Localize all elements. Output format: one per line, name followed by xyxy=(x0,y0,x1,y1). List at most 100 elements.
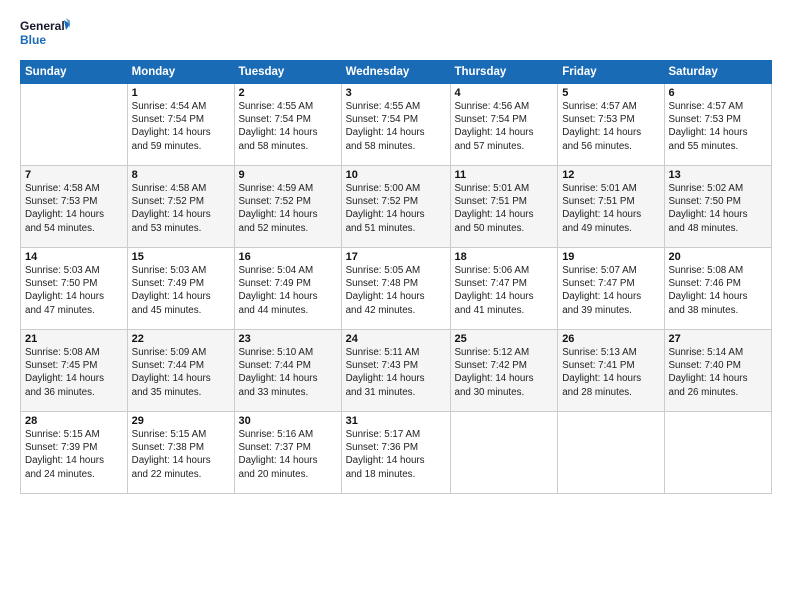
cell-w4-d3: 24Sunrise: 5:11 AM Sunset: 7:43 PM Dayli… xyxy=(341,330,450,412)
cell-w5-d6 xyxy=(664,412,772,494)
day-info: Sunrise: 5:17 AM Sunset: 7:36 PM Dayligh… xyxy=(346,428,446,481)
day-info: Sunrise: 5:05 AM Sunset: 7:48 PM Dayligh… xyxy=(346,264,446,317)
header-sunday: Sunday xyxy=(21,61,128,84)
day-number: 4 xyxy=(455,87,554,99)
day-info: Sunrise: 4:57 AM Sunset: 7:53 PM Dayligh… xyxy=(562,100,659,153)
day-number: 14 xyxy=(25,251,123,263)
cell-w4-d5: 26Sunrise: 5:13 AM Sunset: 7:41 PM Dayli… xyxy=(558,330,664,412)
cell-w3-d6: 20Sunrise: 5:08 AM Sunset: 7:46 PM Dayli… xyxy=(664,248,772,330)
week-row-3: 14Sunrise: 5:03 AM Sunset: 7:50 PM Dayli… xyxy=(21,248,772,330)
header-monday: Monday xyxy=(127,61,234,84)
day-info: Sunrise: 5:10 AM Sunset: 7:44 PM Dayligh… xyxy=(239,346,337,399)
day-info: Sunrise: 5:15 AM Sunset: 7:39 PM Dayligh… xyxy=(25,428,123,481)
day-number: 21 xyxy=(25,333,123,345)
cell-w5-d0: 28Sunrise: 5:15 AM Sunset: 7:39 PM Dayli… xyxy=(21,412,128,494)
cell-w1-d6: 6Sunrise: 4:57 AM Sunset: 7:53 PM Daylig… xyxy=(664,84,772,166)
day-info: Sunrise: 4:58 AM Sunset: 7:53 PM Dayligh… xyxy=(25,182,123,235)
cell-w4-d4: 25Sunrise: 5:12 AM Sunset: 7:42 PM Dayli… xyxy=(450,330,558,412)
header-saturday: Saturday xyxy=(664,61,772,84)
day-number: 6 xyxy=(669,87,768,99)
day-number: 3 xyxy=(346,87,446,99)
day-info: Sunrise: 5:01 AM Sunset: 7:51 PM Dayligh… xyxy=(455,182,554,235)
day-number: 28 xyxy=(25,415,123,427)
cell-w5-d1: 29Sunrise: 5:15 AM Sunset: 7:38 PM Dayli… xyxy=(127,412,234,494)
day-number: 22 xyxy=(132,333,230,345)
day-number: 30 xyxy=(239,415,337,427)
day-number: 2 xyxy=(239,87,337,99)
cell-w1-d1: 1Sunrise: 4:54 AM Sunset: 7:54 PM Daylig… xyxy=(127,84,234,166)
day-info: Sunrise: 5:16 AM Sunset: 7:37 PM Dayligh… xyxy=(239,428,337,481)
week-row-5: 28Sunrise: 5:15 AM Sunset: 7:39 PM Dayli… xyxy=(21,412,772,494)
cell-w4-d1: 22Sunrise: 5:09 AM Sunset: 7:44 PM Dayli… xyxy=(127,330,234,412)
day-number: 29 xyxy=(132,415,230,427)
day-number: 7 xyxy=(25,169,123,181)
header-wednesday: Wednesday xyxy=(341,61,450,84)
week-row-1: 1Sunrise: 4:54 AM Sunset: 7:54 PM Daylig… xyxy=(21,84,772,166)
logo: General Blue xyxy=(20,16,70,52)
day-number: 20 xyxy=(669,251,768,263)
day-number: 24 xyxy=(346,333,446,345)
day-number: 18 xyxy=(455,251,554,263)
day-info: Sunrise: 5:01 AM Sunset: 7:51 PM Dayligh… xyxy=(562,182,659,235)
cell-w4-d0: 21Sunrise: 5:08 AM Sunset: 7:45 PM Dayli… xyxy=(21,330,128,412)
cell-w4-d2: 23Sunrise: 5:10 AM Sunset: 7:44 PM Dayli… xyxy=(234,330,341,412)
day-number: 25 xyxy=(455,333,554,345)
header-thursday: Thursday xyxy=(450,61,558,84)
cell-w2-d2: 9Sunrise: 4:59 AM Sunset: 7:52 PM Daylig… xyxy=(234,166,341,248)
svg-text:Blue: Blue xyxy=(20,33,46,47)
cell-w5-d5 xyxy=(558,412,664,494)
day-info: Sunrise: 5:12 AM Sunset: 7:42 PM Dayligh… xyxy=(455,346,554,399)
cell-w2-d3: 10Sunrise: 5:00 AM Sunset: 7:52 PM Dayli… xyxy=(341,166,450,248)
cell-w5-d4 xyxy=(450,412,558,494)
cell-w2-d4: 11Sunrise: 5:01 AM Sunset: 7:51 PM Dayli… xyxy=(450,166,558,248)
day-info: Sunrise: 5:04 AM Sunset: 7:49 PM Dayligh… xyxy=(239,264,337,317)
week-row-4: 21Sunrise: 5:08 AM Sunset: 7:45 PM Dayli… xyxy=(21,330,772,412)
day-number: 9 xyxy=(239,169,337,181)
day-number: 5 xyxy=(562,87,659,99)
day-number: 23 xyxy=(239,333,337,345)
cell-w3-d1: 15Sunrise: 5:03 AM Sunset: 7:49 PM Dayli… xyxy=(127,248,234,330)
day-info: Sunrise: 4:58 AM Sunset: 7:52 PM Dayligh… xyxy=(132,182,230,235)
day-info: Sunrise: 5:08 AM Sunset: 7:45 PM Dayligh… xyxy=(25,346,123,399)
day-number: 10 xyxy=(346,169,446,181)
cell-w2-d6: 13Sunrise: 5:02 AM Sunset: 7:50 PM Dayli… xyxy=(664,166,772,248)
cell-w2-d1: 8Sunrise: 4:58 AM Sunset: 7:52 PM Daylig… xyxy=(127,166,234,248)
day-info: Sunrise: 5:09 AM Sunset: 7:44 PM Dayligh… xyxy=(132,346,230,399)
week-row-2: 7Sunrise: 4:58 AM Sunset: 7:53 PM Daylig… xyxy=(21,166,772,248)
day-info: Sunrise: 4:54 AM Sunset: 7:54 PM Dayligh… xyxy=(132,100,230,153)
day-info: Sunrise: 5:08 AM Sunset: 7:46 PM Dayligh… xyxy=(669,264,768,317)
cell-w3-d0: 14Sunrise: 5:03 AM Sunset: 7:50 PM Dayli… xyxy=(21,248,128,330)
day-number: 15 xyxy=(132,251,230,263)
day-info: Sunrise: 5:03 AM Sunset: 7:49 PM Dayligh… xyxy=(132,264,230,317)
cell-w1-d2: 2Sunrise: 4:55 AM Sunset: 7:54 PM Daylig… xyxy=(234,84,341,166)
header-row: SundayMondayTuesdayWednesdayThursdayFrid… xyxy=(21,61,772,84)
day-number: 11 xyxy=(455,169,554,181)
cell-w5-d2: 30Sunrise: 5:16 AM Sunset: 7:37 PM Dayli… xyxy=(234,412,341,494)
day-info: Sunrise: 5:06 AM Sunset: 7:47 PM Dayligh… xyxy=(455,264,554,317)
day-info: Sunrise: 4:55 AM Sunset: 7:54 PM Dayligh… xyxy=(239,100,337,153)
cell-w1-d5: 5Sunrise: 4:57 AM Sunset: 7:53 PM Daylig… xyxy=(558,84,664,166)
day-number: 16 xyxy=(239,251,337,263)
day-number: 12 xyxy=(562,169,659,181)
day-number: 26 xyxy=(562,333,659,345)
day-number: 27 xyxy=(669,333,768,345)
header-tuesday: Tuesday xyxy=(234,61,341,84)
day-info: Sunrise: 5:02 AM Sunset: 7:50 PM Dayligh… xyxy=(669,182,768,235)
day-info: Sunrise: 5:03 AM Sunset: 7:50 PM Dayligh… xyxy=(25,264,123,317)
day-number: 13 xyxy=(669,169,768,181)
day-info: Sunrise: 5:13 AM Sunset: 7:41 PM Dayligh… xyxy=(562,346,659,399)
day-info: Sunrise: 4:57 AM Sunset: 7:53 PM Dayligh… xyxy=(669,100,768,153)
day-info: Sunrise: 5:15 AM Sunset: 7:38 PM Dayligh… xyxy=(132,428,230,481)
day-number: 17 xyxy=(346,251,446,263)
cell-w1-d0 xyxy=(21,84,128,166)
cell-w3-d5: 19Sunrise: 5:07 AM Sunset: 7:47 PM Dayli… xyxy=(558,248,664,330)
cell-w2-d0: 7Sunrise: 4:58 AM Sunset: 7:53 PM Daylig… xyxy=(21,166,128,248)
cell-w3-d4: 18Sunrise: 5:06 AM Sunset: 7:47 PM Dayli… xyxy=(450,248,558,330)
cell-w4-d6: 27Sunrise: 5:14 AM Sunset: 7:40 PM Dayli… xyxy=(664,330,772,412)
day-info: Sunrise: 4:56 AM Sunset: 7:54 PM Dayligh… xyxy=(455,100,554,153)
header-friday: Friday xyxy=(558,61,664,84)
cell-w2-d5: 12Sunrise: 5:01 AM Sunset: 7:51 PM Dayli… xyxy=(558,166,664,248)
calendar-table: SundayMondayTuesdayWednesdayThursdayFrid… xyxy=(20,60,772,494)
cell-w3-d3: 17Sunrise: 5:05 AM Sunset: 7:48 PM Dayli… xyxy=(341,248,450,330)
day-number: 19 xyxy=(562,251,659,263)
